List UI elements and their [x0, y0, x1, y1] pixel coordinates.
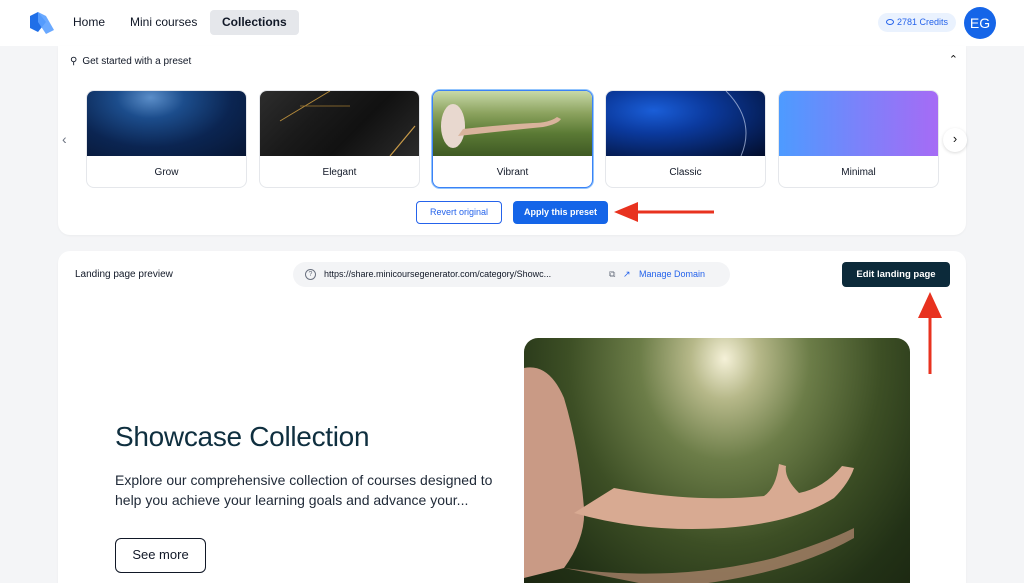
- preset-header[interactable]: ⚲ Get started with a preset: [70, 56, 191, 67]
- preset-label: Grow: [154, 167, 179, 178]
- preset-thumbnail: [433, 91, 592, 156]
- preset-elegant[interactable]: Elegant: [259, 90, 420, 188]
- hero-title: Showcase Collection: [115, 421, 370, 452]
- share-url[interactable]: https://share.minicoursegenerator.com/ca…: [324, 262, 551, 287]
- nav-collections[interactable]: Collections: [210, 10, 299, 35]
- preset-thumbnail: [87, 91, 246, 156]
- apply-preset-button[interactable]: Apply this preset: [513, 201, 608, 224]
- arc-decoration: [725, 91, 747, 156]
- info-icon[interactable]: ?: [305, 269, 316, 280]
- yoga-figure-illustration: [441, 104, 561, 148]
- preset-thumbnail: [779, 91, 938, 156]
- preset-thumbnail: [260, 91, 419, 156]
- lightbulb-icon: ⚲: [70, 56, 78, 67]
- carousel-next-icon[interactable]: ›: [943, 128, 967, 152]
- credits-label: 2781 Credits: [897, 17, 949, 27]
- preset-label: Elegant: [322, 167, 357, 178]
- credits-badge[interactable]: 2781 Credits: [878, 13, 957, 32]
- preset-label: Minimal: [841, 167, 876, 178]
- avatar[interactable]: EG: [964, 7, 996, 39]
- see-more-button[interactable]: See more: [115, 538, 206, 573]
- landing-preview-title: Landing page preview: [75, 269, 173, 280]
- edit-landing-page-button[interactable]: Edit landing page: [842, 262, 950, 287]
- preset-panel: ⚲ Get started with a preset ⌃ ‹ Grow Eleg…: [58, 46, 967, 235]
- preset-classic[interactable]: Classic: [605, 90, 766, 188]
- hero-image: [524, 338, 910, 583]
- external-link-icon[interactable]: ↗: [623, 262, 631, 287]
- logo-icon[interactable]: [28, 10, 56, 36]
- chevron-up-icon[interactable]: ⌃: [949, 53, 958, 66]
- landing-preview-panel: Landing page preview ? https://share.min…: [58, 251, 966, 583]
- preset-minimal[interactable]: Minimal: [778, 90, 939, 188]
- preset-thumbnail: [606, 91, 765, 156]
- yoga-hand-illustration: [524, 367, 854, 583]
- preset-vibrant[interactable]: Vibrant: [432, 90, 593, 188]
- preset-label: Vibrant: [496, 167, 529, 178]
- copy-icon[interactable]: ⧉: [609, 262, 615, 287]
- coins-icon: [886, 19, 894, 25]
- manage-domain-link[interactable]: Manage Domain: [639, 262, 705, 287]
- preset-label: Classic: [669, 167, 702, 178]
- preset-grow[interactable]: Grow: [86, 90, 247, 188]
- preset-header-label: Get started with a preset: [82, 56, 192, 67]
- nav-home[interactable]: Home: [61, 10, 117, 35]
- carousel-prev-icon[interactable]: ‹: [62, 131, 67, 147]
- share-url-bar: ? https://share.minicoursegenerator.com/…: [293, 262, 730, 287]
- revert-original-button[interactable]: Revert original: [416, 201, 502, 224]
- gold-lines-decoration: [279, 91, 416, 156]
- nav-mini-courses[interactable]: Mini courses: [118, 10, 209, 35]
- top-navigation-bar: Home Mini courses Collections 2781 Credi…: [0, 0, 1024, 46]
- hero-description: Explore our comprehensive collection of …: [115, 472, 493, 508]
